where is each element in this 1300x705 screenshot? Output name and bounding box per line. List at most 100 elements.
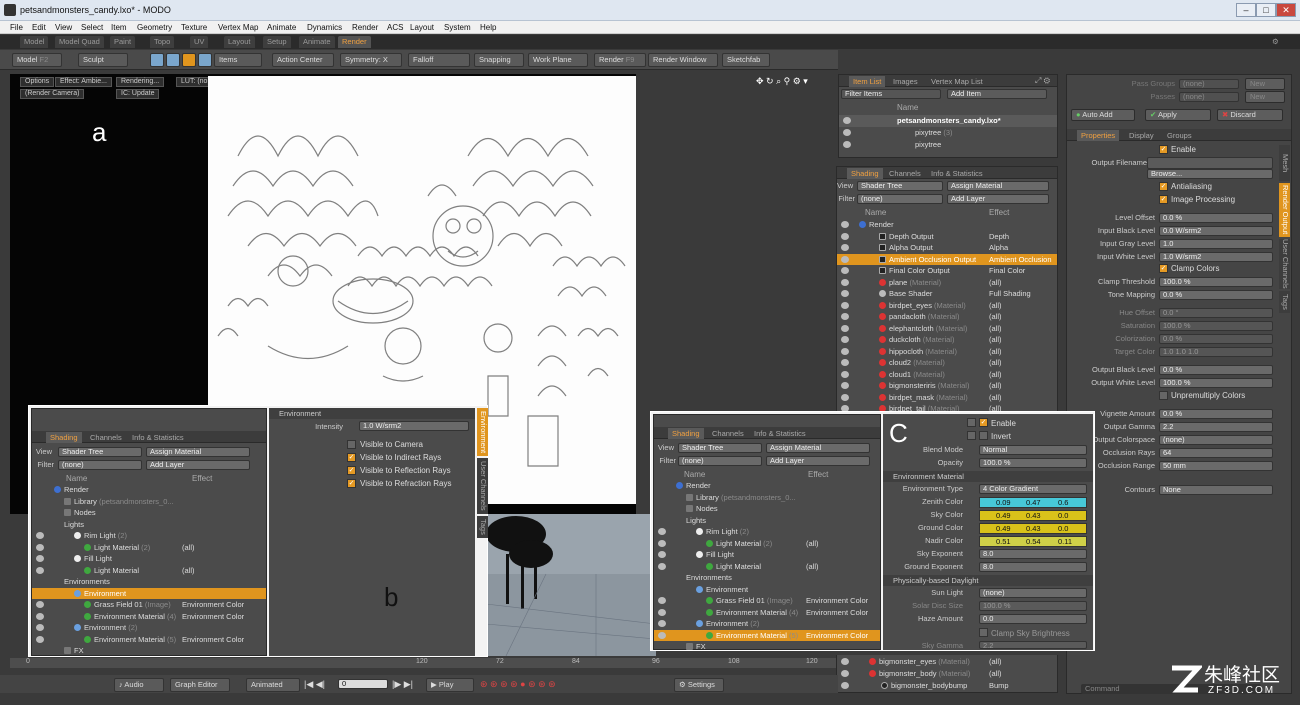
menu-texture[interactable]: Texture [181,23,207,32]
table-row[interactable]: Environment Material (4) Environment Colo… [32,611,266,623]
visibility-eye-icon[interactable] [841,232,849,240]
table-row[interactable]: bigmonster_bodybump Bump [837,680,1057,692]
tab-animate[interactable]: Animate [299,36,335,48]
table-row[interactable]: Light Material (all) [32,565,266,577]
action-center-dropdown[interactable]: Action Center [272,53,334,67]
visibility-eye-icon[interactable] [36,635,44,643]
falloff-dropdown[interactable]: Falloff [408,53,470,67]
panel-expand-icon[interactable]: ⤢ ⚙ [1035,76,1050,86]
table-row[interactable]: Render [654,480,880,492]
filter-dropdown[interactable]: (none) [678,456,762,466]
table-row[interactable]: bigmonster_eyes (Material) (all) [837,656,1057,668]
vtab-tags[interactable]: Tags [477,516,488,538]
sky-exponent-input[interactable]: 8.0 [979,549,1087,559]
table-row[interactable]: Lights [32,519,266,531]
select-poly-icon[interactable] [182,53,196,67]
next-key-icons[interactable]: |▶ ▶| [392,679,413,690]
property-input[interactable]: 0.0 W/srm2 [1159,226,1273,236]
viewport-ic-dropdown[interactable]: IC: Update [116,89,160,99]
visibility-eye-icon[interactable] [841,347,849,355]
visibility-eye-icon[interactable] [841,267,849,274]
intensity-input[interactable]: 1.0 W/srm2 [359,421,469,431]
table-row[interactable]: Environment (2) [654,618,880,630]
close-button[interactable]: ✕ [1276,3,1296,17]
vtab-tags[interactable]: Tags [1279,291,1290,313]
unpremultiply-checkbox[interactable] [1159,391,1168,400]
graph-editor-button[interactable]: Graph Editor [170,678,230,692]
visibility-eye-icon[interactable] [843,117,851,124]
tab-layout[interactable]: Layout [224,36,255,48]
invert-checkbox[interactable] [979,431,988,440]
visible-refraction-checkbox[interactable]: ✓ [347,479,356,488]
menu-acs[interactable]: ACS [387,23,403,32]
visibility-eye-icon[interactable] [841,359,849,366]
viewport-effect-dropdown[interactable]: Effect: Ambie... [55,77,112,87]
table-row[interactable]: Fill Light [32,553,266,565]
visibility-eye-icon[interactable] [36,624,44,631]
clamp-colors-checkbox[interactable]: ✓ [1159,264,1168,273]
table-row[interactable]: bigmonster_body (Material) (all) [837,668,1057,680]
property-input[interactable]: 0.0 % [1159,213,1273,223]
tab-channels[interactable]: Channels [708,428,748,439]
tab-shading[interactable]: Shading [668,428,704,439]
tab-info-statistics[interactable]: Info & Statistics [927,168,987,179]
table-row[interactable]: bigmonsteriris (Material) (all) [837,380,1057,392]
visibility-eye-icon[interactable] [36,532,44,539]
table-row[interactable]: Lights [654,515,880,527]
table-row[interactable]: Rim Light (2) [654,526,880,538]
visibility-eye-icon[interactable] [36,543,44,551]
menu-render[interactable]: Render [352,23,378,32]
visible-camera-checkbox[interactable] [347,440,356,449]
list-item[interactable]: pixytree [839,139,1057,151]
tab-images[interactable]: Images [889,76,922,87]
settings-button[interactable]: ⚙ Settings [674,678,724,692]
property-input[interactable]: 1.0 1.0 1.0 [1159,347,1273,357]
tab-channels[interactable]: Channels [86,432,126,443]
contours-dropdown[interactable]: None [1159,485,1273,495]
clamp-sky-checkbox[interactable] [979,628,988,637]
table-row[interactable]: Alpha Output Alpha [837,242,1057,254]
menu-system[interactable]: System [444,23,471,32]
assign-material-dropdown[interactable]: Assign Material [766,443,870,453]
assign-material-dropdown[interactable]: Assign Material [146,447,250,457]
visibility-eye-icon[interactable] [841,313,849,320]
table-row[interactable]: Render [32,484,266,496]
tab-shading[interactable]: Shading [46,432,82,443]
visibility-eye-icon[interactable] [658,597,666,604]
minimize-button[interactable]: – [1236,3,1256,17]
visibility-eye-icon[interactable] [658,539,666,547]
property-input[interactable]: 100.0 % [1159,321,1273,331]
property-input[interactable]: 0.0 % [1159,409,1273,419]
list-item[interactable]: pixytree (3) [839,127,1057,139]
select-material-icon[interactable] [198,53,212,67]
filter-items-input[interactable]: Filter Items [841,89,941,99]
items-button[interactable]: Items [214,53,262,67]
record-keying-icons[interactable]: ⊛ ⊛ ⊛ ⊛ ● ⊛ ⊛ ⊛ [480,679,556,690]
viewport-rendering-dropdown[interactable]: Rendering... [116,77,165,87]
table-row[interactable]: Library (petsandmonsters_0... [654,492,880,504]
visibility-eye-icon[interactable] [658,551,666,558]
table-row[interactable]: Render [837,219,1057,231]
tab-channels[interactable]: Channels [885,168,925,179]
color-swatch-input[interactable]: 0.49 0.43 0.0 [979,510,1087,521]
animated-dropdown[interactable]: Animated [246,678,300,692]
enable-checkbox[interactable]: ✓ [979,418,988,427]
sculpt-button[interactable]: Sculpt [78,53,128,67]
property-input[interactable]: 50 mm [1159,461,1273,471]
visibility-eye-icon[interactable] [841,324,849,332]
list-item[interactable]: petsandmonsters_candy.lxo* [839,115,1057,127]
viewport-camera-dropdown[interactable]: (Render Camera) [20,89,85,99]
view-dropdown[interactable]: Shader Tree [857,181,943,191]
table-row[interactable]: FX [32,645,266,657]
table-row[interactable]: cloud1 (Material) (all) [837,369,1057,381]
property-input[interactable]: 100.0 % [1159,378,1273,388]
table-row[interactable]: Environments [654,572,880,584]
opacity-input[interactable]: 100.0 % [979,458,1087,468]
visibility-eye-icon[interactable] [36,566,44,574]
table-row[interactable]: plane (Material) (all) [837,277,1057,289]
solar-disc-input[interactable]: 100.0 % [979,601,1087,611]
table-row[interactable]: elephantcloth (Material) (all) [837,323,1057,335]
filter-dropdown[interactable]: (none) [58,460,142,470]
work-plane-dropdown[interactable]: Work Plane [528,53,588,67]
visible-reflection-checkbox[interactable]: ✓ [347,466,356,475]
